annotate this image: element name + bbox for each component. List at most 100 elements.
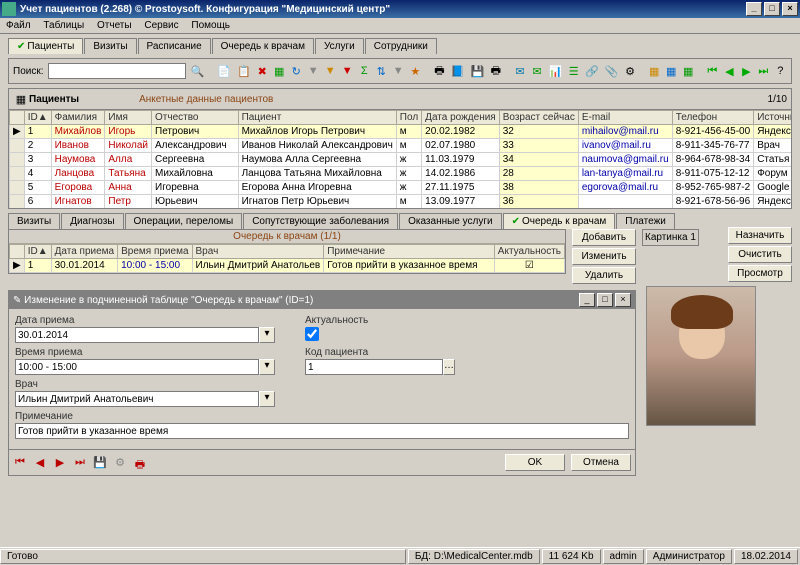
tab-schedule[interactable]: Расписание — [138, 38, 211, 54]
subtab-1[interactable]: Диагнозы — [61, 213, 123, 229]
table-row[interactable]: 5ЕгороваАннаИгоревнаЕгорова Анна Игоревн… — [10, 181, 793, 195]
mail-icon[interactable]: ✉ — [513, 63, 526, 79]
word-icon[interactable]: 📘 — [450, 63, 466, 79]
clear-button[interactable]: Очистить — [728, 246, 792, 263]
sms-icon[interactable]: ✉ — [530, 63, 543, 79]
chart-icon[interactable]: 📊 — [547, 63, 563, 79]
tab-queue[interactable]: Очередь к врачам — [212, 38, 314, 54]
menu-help[interactable]: Помощь — [191, 20, 230, 31]
tab-visits[interactable]: Визиты — [84, 38, 136, 54]
time-field[interactable] — [15, 359, 259, 375]
tree-icon[interactable]: ☰ — [567, 63, 580, 79]
table-icon: ▦ — [13, 91, 29, 107]
nav-next-icon[interactable]: ▶ — [53, 456, 67, 470]
export-icon[interactable]: 💾 — [470, 63, 486, 79]
close-button[interactable]: × — [782, 2, 798, 16]
code-lookup[interactable]: … — [443, 359, 455, 375]
doc-field[interactable] — [15, 391, 259, 407]
subtab-0[interactable]: Визиты — [8, 213, 60, 229]
code-field[interactable] — [305, 359, 443, 375]
menu-file[interactable]: Файл — [6, 20, 31, 31]
date-dropdown[interactable]: ▾ — [259, 327, 275, 343]
table-row[interactable]: 2ИвановНиколайАлександровичИванов Никола… — [10, 139, 793, 153]
assign-button[interactable]: Назначить — [728, 227, 792, 244]
add-button[interactable]: Добавить — [572, 229, 636, 246]
subtab-3[interactable]: Сопутствующие заболевания — [243, 213, 398, 229]
subtab-6[interactable]: Платежи — [616, 213, 675, 229]
nav-gear-icon[interactable]: ⚙ — [113, 456, 127, 470]
photo-tab[interactable]: Картинка 1 — [642, 229, 699, 246]
app-icon — [2, 2, 16, 16]
menu-reports[interactable]: Отчеты — [97, 20, 132, 31]
tab-staff[interactable]: Сотрудники — [365, 38, 437, 54]
note-field[interactable] — [15, 423, 629, 439]
ok-button[interactable]: OK — [505, 454, 565, 471]
search-label: Поиск: — [13, 66, 44, 77]
attach-icon[interactable]: 📎 — [604, 63, 620, 79]
subtab-2[interactable]: Операции, переломы — [125, 213, 243, 229]
minimize-button[interactable]: _ — [746, 2, 762, 16]
fav-icon[interactable]: ★ — [409, 63, 422, 79]
print-icon[interactable]: 🖶 — [433, 63, 446, 79]
config-icon[interactable]: ⚙ — [624, 63, 637, 79]
delete-button[interactable]: Удалить — [572, 267, 636, 284]
menu-service[interactable]: Сервис — [144, 20, 178, 31]
subtab-5[interactable]: ✔Очередь к врачам — [503, 213, 616, 229]
patients-grid[interactable]: ID▲ФамилияИмяОтчествоПациентПолДата рожд… — [8, 109, 792, 209]
tab-services[interactable]: Услуги — [315, 38, 364, 54]
menu-tables[interactable]: Таблицы — [43, 20, 84, 31]
refresh-icon[interactable]: ↻ — [290, 63, 303, 79]
table-row[interactable]: 4ЛанцоваТатьянаМихайловнаЛанцова Татьяна… — [10, 167, 793, 181]
help-icon[interactable]: ? — [774, 63, 787, 79]
table-row[interactable]: 6ИгнатовПетрЮрьевичИгнатов Петр Юрьевичм… — [10, 195, 793, 209]
menubar: Файл Таблицы Отчеты Сервис Помощь — [0, 18, 800, 34]
doc-dropdown[interactable]: ▾ — [259, 391, 275, 407]
nav-prev-icon[interactable]: ◀ — [33, 456, 47, 470]
view-button[interactable]: Просмотр — [728, 265, 792, 282]
time-dropdown[interactable]: ▾ — [259, 359, 275, 375]
sort-icon[interactable]: ⇅ — [375, 63, 388, 79]
print2-icon[interactable]: 🖶 — [489, 63, 502, 79]
dialog-minimize[interactable]: _ — [579, 293, 595, 307]
last-icon[interactable]: ⏭ — [757, 63, 770, 79]
sum-icon[interactable]: Σ — [358, 63, 371, 79]
grid-count: 1/10 — [768, 94, 787, 105]
dialog-titlebar[interactable]: ✎ Изменение в подчиненной таблице "Очере… — [9, 291, 635, 309]
filter-clear-icon[interactable]: ▼ — [341, 63, 354, 79]
filter-icon[interactable]: ▼ — [307, 63, 320, 79]
nav-last-icon[interactable]: ⏭ — [73, 456, 87, 470]
status-user: admin — [603, 549, 644, 564]
nav-save-icon[interactable]: 💾 — [93, 456, 107, 470]
excel-icon[interactable]: ▦ — [273, 63, 286, 79]
view-icon[interactable]: ▦ — [682, 63, 695, 79]
filter3-icon[interactable]: ▼ — [392, 63, 405, 79]
table-row[interactable]: 3НаумоваАллаСергеевнаНаумова Алла Сергее… — [10, 153, 793, 167]
first-icon[interactable]: ⏮ — [706, 63, 719, 79]
grid-icon[interactable]: ▦ — [665, 63, 678, 79]
layout-icon[interactable]: ▦ — [648, 63, 661, 79]
subtab-4[interactable]: Оказанные услуги — [399, 213, 502, 229]
dialog-maximize[interactable]: □ — [597, 293, 613, 307]
cancel-button[interactable]: Отмена — [571, 454, 631, 471]
date-field[interactable] — [15, 327, 259, 343]
maximize-button[interactable]: □ — [764, 2, 780, 16]
search-input[interactable] — [48, 63, 186, 79]
new-icon[interactable]: 📄 — [216, 63, 232, 79]
table-row[interactable]: ▶130.01.201410:00 - 15:00Ильин Дмитрий А… — [10, 259, 565, 273]
next-icon[interactable]: ▶ — [740, 63, 753, 79]
dialog-close[interactable]: × — [615, 293, 631, 307]
filter2-icon[interactable]: ▼ — [324, 63, 337, 79]
prev-icon[interactable]: ◀ — [723, 63, 736, 79]
delete-icon[interactable]: ✖ — [256, 63, 269, 79]
nav-first-icon[interactable]: ⏮ — [13, 456, 27, 470]
queue-subgrid[interactable]: Очередь к врачам (1/1) ID▲Дата приемаВре… — [8, 229, 566, 274]
nav-print-icon[interactable]: 🖶 — [133, 456, 147, 470]
copy-icon[interactable]: 📋 — [236, 63, 252, 79]
tab-patients[interactable]: ✔Пациенты — [8, 38, 83, 54]
search-icon[interactable]: 🔍 — [190, 63, 206, 79]
edit-button[interactable]: Изменить — [572, 248, 636, 265]
table-row[interactable]: ▶1МихайловИгорьПетровичМихайлов Игорь Пе… — [10, 125, 793, 139]
act-checkbox[interactable] — [305, 327, 319, 341]
toolbar-panel: Поиск: 🔍 📄 📋 ✖ ▦ ↻ ▼ ▼ ▼ Σ ⇅ ▼ ★ 🖶 📘 💾 🖶… — [8, 58, 792, 84]
link-icon[interactable]: 🔗 — [584, 63, 600, 79]
